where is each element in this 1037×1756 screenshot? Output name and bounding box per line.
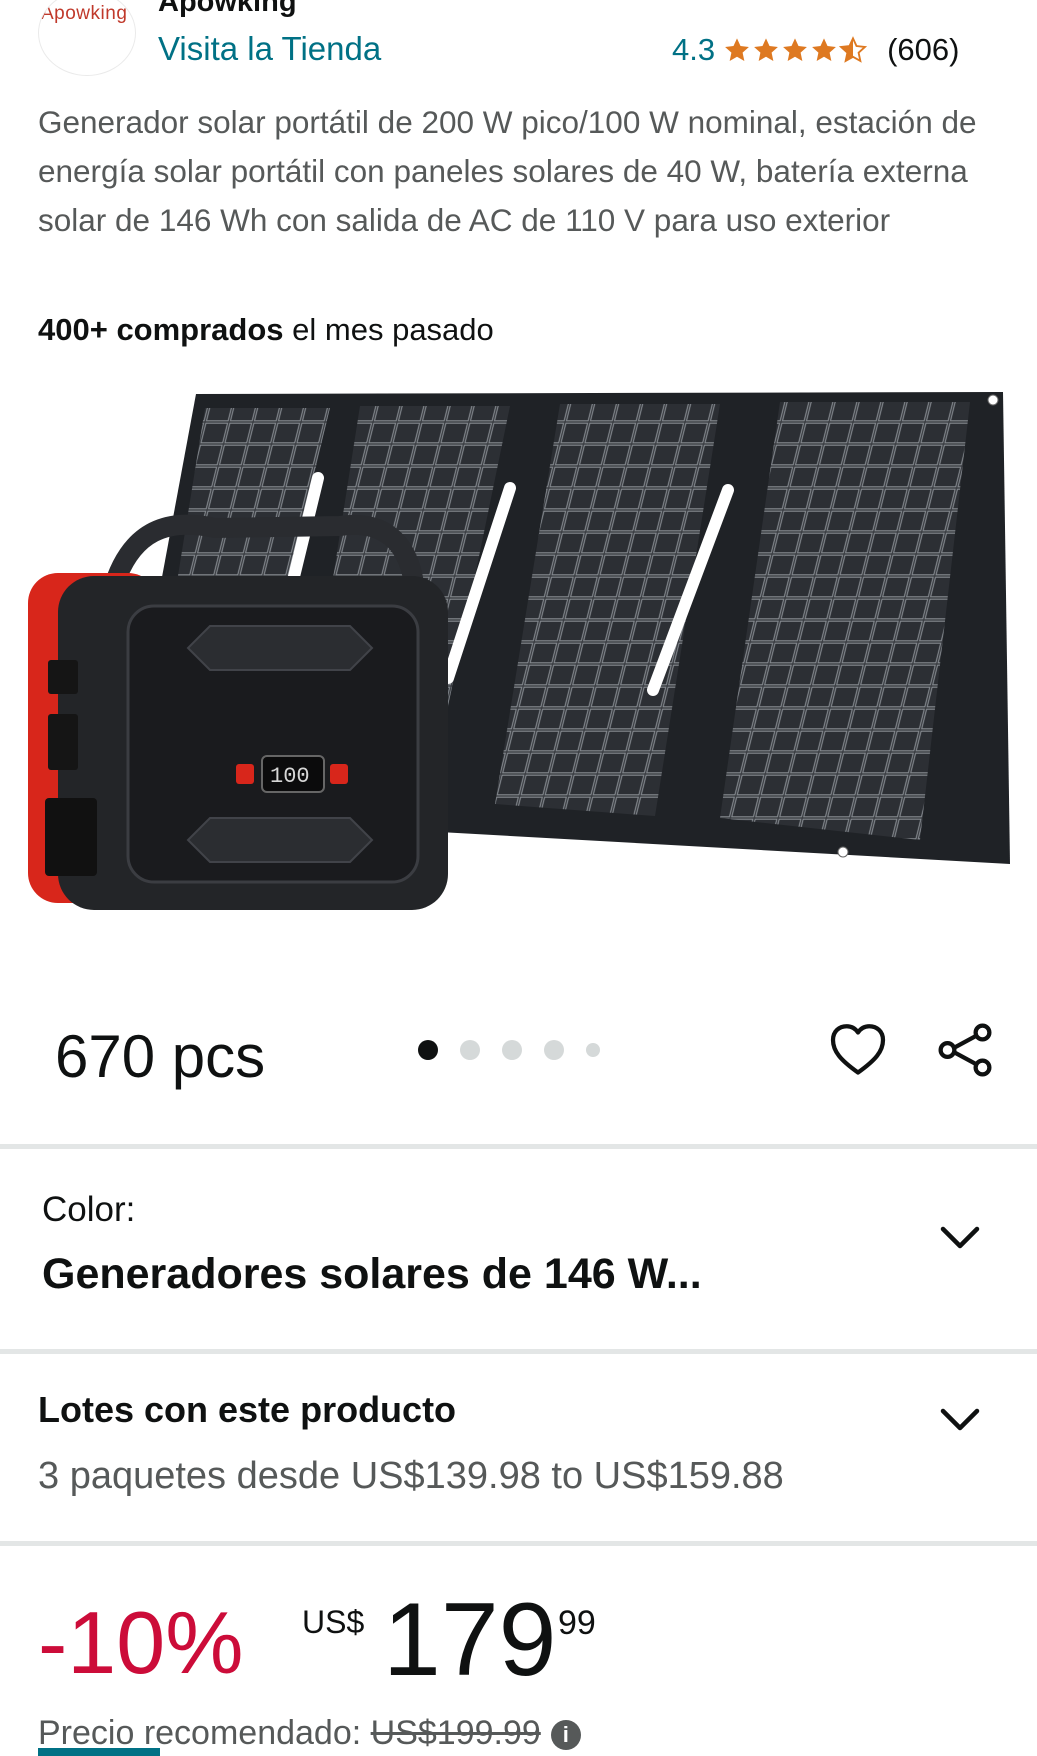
- share-icon: [938, 1023, 992, 1077]
- product-title: Generador solar portátil de 200 W pico/1…: [38, 104, 977, 238]
- share-button[interactable]: [934, 1020, 996, 1080]
- image-carousel-indicator[interactable]: [418, 1040, 600, 1060]
- half-star-icon: [839, 36, 868, 63]
- star-icon: [725, 38, 750, 61]
- heart-icon: [830, 1024, 886, 1075]
- color-label: Color:: [42, 1190, 136, 1229]
- bundles-subtitle: 3 paquetes desde US$139.98 to US$159.88: [38, 1455, 784, 1497]
- carousel-dot[interactable]: [502, 1040, 522, 1060]
- bundles-selector[interactable]: [0, 1354, 1037, 1541]
- discount-percent: -10%: [38, 1593, 244, 1692]
- brand-name[interactable]: Apowking: [158, 0, 297, 19]
- list-price-label: Precio recomendado:: [38, 1714, 371, 1752]
- bundles-title: Lotes con este producto: [38, 1389, 457, 1430]
- price-whole: 179: [383, 1582, 557, 1698]
- carousel-dot[interactable]: [544, 1040, 564, 1060]
- tab-indicator: [38, 1748, 160, 1756]
- color-selector[interactable]: [0, 1149, 1037, 1348]
- rating-summary[interactable]: 4.3 (606): [672, 30, 959, 70]
- display-readout: 100: [270, 764, 310, 789]
- visit-store-link[interactable]: Visita la Tienda: [158, 30, 381, 68]
- price-fraction: 99: [558, 1604, 596, 1642]
- color-value: Generadores solares de 146 W...: [42, 1250, 702, 1298]
- star-icon: [783, 38, 808, 61]
- store-logo[interactable]: Apowking: [38, 0, 136, 76]
- purchase-stats: 400+ comprados el mes pasado: [38, 312, 494, 348]
- purchase-count: 400+ comprados: [38, 312, 284, 347]
- list-price-value: US$199.99: [370, 1714, 541, 1752]
- carousel-dot[interactable]: [418, 1040, 438, 1060]
- review-count[interactable]: (606): [887, 32, 959, 68]
- rating-value: 4.3: [672, 32, 716, 67]
- info-icon[interactable]: i: [550, 1720, 581, 1751]
- chevron-down-icon[interactable]: [938, 1222, 982, 1252]
- carousel-dot[interactable]: [460, 1040, 480, 1060]
- product-image[interactable]: 100: [0, 378, 1037, 948]
- star-icon: [754, 38, 779, 61]
- image-quantity-label: 670 pcs: [55, 1023, 266, 1090]
- star-rating: [723, 36, 868, 64]
- carousel-dot[interactable]: [586, 1043, 600, 1057]
- price-currency: US$: [302, 1604, 365, 1640]
- store-logo-text: Apowking: [41, 3, 128, 24]
- star-icon: [812, 38, 837, 61]
- section-divider: [0, 1541, 1037, 1546]
- chevron-down-icon[interactable]: [938, 1404, 982, 1434]
- favorite-button[interactable]: [828, 1020, 888, 1080]
- purchase-period: el mes pasado: [283, 312, 494, 347]
